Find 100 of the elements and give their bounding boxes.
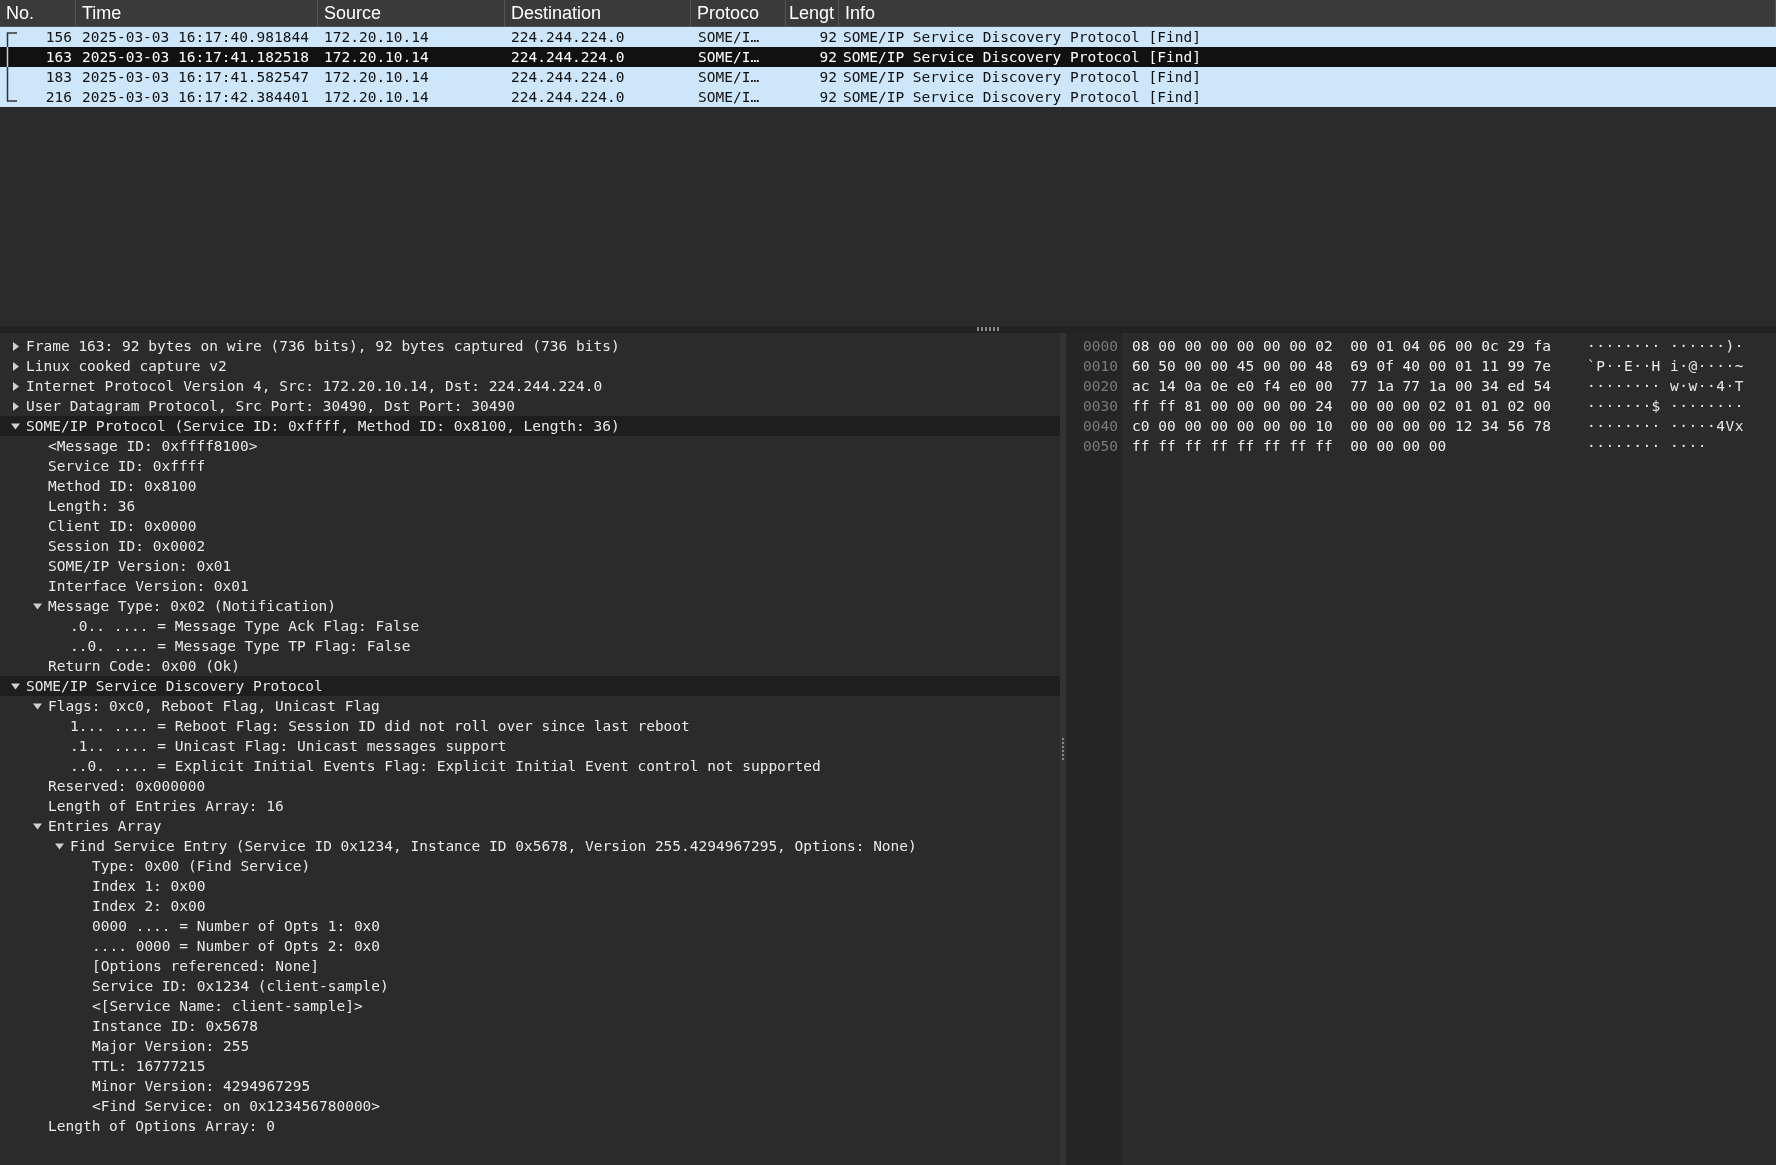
table-cell-text: 156	[45, 28, 72, 47]
column-header[interactable]: Protoco	[691, 0, 786, 26]
tree-item[interactable]: Index 2: 0x00	[92, 898, 206, 914]
table-cell-text: 216	[45, 88, 72, 107]
tree-item[interactable]: Frame 163: 92 bytes on wire (736 bits), 92 bytes captured (736 bits)	[26, 338, 620, 354]
column-header[interactable]: Destination	[505, 0, 691, 26]
tree-item[interactable]: Service ID: 0xffff	[48, 458, 206, 474]
tree-item[interactable]: Index 1: 0x00	[92, 878, 206, 894]
table-cell-text: SOME/IP Service Discovery Protocol [Find]	[842, 48, 1202, 67]
ascii-bytes[interactable]: `P··E··H i·@····~	[1587, 356, 1744, 376]
tree-item[interactable]: <Message ID: 0xffff8100>	[48, 438, 258, 454]
table-cell-text: 224.244.224.0	[510, 48, 626, 67]
tree-item[interactable]: Linux cooked capture v2	[26, 358, 227, 374]
tree-item[interactable]: Flags: 0xc0, Reboot Flag, Unicast Flag	[48, 698, 380, 714]
hex-bytes[interactable]: 08 00 00 00 00 00 00 02 00 01 04 06 00 0c 29 fa	[1132, 336, 1587, 356]
ascii-bytes[interactable]: ·······$ ········	[1587, 396, 1744, 416]
table-cell-text: 172.20.10.14	[323, 68, 430, 87]
hex-bytes[interactable]: ac 14 0a 0e e0 f4 e0 00 77 1a 77 1a 00 34 ed 54	[1132, 376, 1587, 396]
tree-item[interactable]: .1.. .... = Unicast Flag: Unicast messages support	[70, 738, 507, 754]
tree-item[interactable]: Major Version: 255	[92, 1038, 250, 1054]
packet-row[interactable]: 156 2025-03-03 16:17:40.981844 172.20.10.14 224.244.224.0 SOME/I… 92 SOME/IP Service Discovery Protocol [Find]	[0, 27, 1776, 47]
tree-item[interactable]: .0.. .... = Message Type Ack Flag: False	[70, 618, 420, 634]
caret-down-icon[interactable]	[10, 681, 20, 691]
caret-down-icon[interactable]	[54, 841, 64, 851]
offset-label: 0010	[1082, 357, 1119, 376]
offset-label: 0030	[1082, 397, 1119, 416]
tree-item[interactable]: Length: 36	[48, 498, 136, 514]
tree-item[interactable]: 0000 .... = Number of Opts 1: 0x0	[92, 918, 381, 934]
table-cell-text: 2025-03-03 16:17:42.384401	[81, 88, 310, 107]
offset-label: 0000	[1082, 337, 1119, 356]
packet-row[interactable]: 216 2025-03-03 16:17:42.384401 172.20.10.14 224.244.224.0 SOME/I… 92 SOME/IP Service Discovery Protocol [Find]	[0, 87, 1776, 107]
caret-right-icon[interactable]	[10, 401, 20, 411]
column-header[interactable]: Source	[318, 0, 505, 26]
tree-item[interactable]: Return Code: 0x00 (Ok)	[48, 658, 241, 674]
table-cell-text: 183	[45, 68, 72, 87]
offset-label: 0050	[1082, 437, 1119, 456]
tree-item[interactable]: Client ID: 0x0000	[48, 518, 197, 534]
tree-item[interactable]: User Datagram Protocol, Src Port: 30490, Dst Port: 30490	[26, 398, 515, 414]
tree-item[interactable]: Reserved: 0x000000	[48, 778, 206, 794]
ascii-bytes[interactable]: ········ ····	[1587, 436, 1707, 456]
ascii-bytes[interactable]: ········ ·····4Vx	[1587, 416, 1744, 436]
caret-right-icon[interactable]	[10, 361, 20, 371]
column-header[interactable]: Lengt	[786, 0, 839, 26]
tree-item[interactable]: ..0. .... = Explicit Initial Events Flag: Explicit Initial Event control not supported	[70, 758, 821, 774]
table-cell-text: SOME/I…	[697, 48, 761, 67]
caret-down-icon[interactable]	[32, 821, 42, 831]
tree-item[interactable]: .... 0000 = Number of Opts 2: 0x0	[92, 938, 381, 954]
tree-item[interactable]: 1... .... = Reboot Flag: Session ID did not roll over since last reboot	[70, 718, 690, 734]
tree-item[interactable]: Instance ID: 0x5678	[92, 1018, 258, 1034]
caret-right-icon[interactable]	[10, 341, 20, 351]
tree-item[interactable]: Method ID: 0x8100	[48, 478, 197, 494]
tree-item[interactable]: Service ID: 0x1234 (client-sample)	[92, 978, 389, 994]
ascii-bytes[interactable]: ········ w·w··4·T	[1587, 376, 1744, 396]
table-cell-text: 92	[818, 28, 838, 47]
column-header[interactable]: Time	[76, 0, 318, 26]
tree-item[interactable]: <[Service Name: client-sample]>	[92, 998, 363, 1014]
table-cell-text: SOME/I…	[697, 88, 761, 107]
table-cell-text: 92	[818, 88, 838, 107]
table-cell-text: 163	[45, 48, 72, 67]
tree-item[interactable]: TTL: 16777215	[92, 1058, 206, 1074]
tree-item[interactable]: Session ID: 0x0002	[48, 538, 206, 554]
tree-item[interactable]: Minor Version: 4294967295	[92, 1078, 311, 1094]
tree-item[interactable]: Find Service Entry (Service ID 0x1234, Instance ID 0x5678, Version 255.4294967295, Options: None)	[70, 838, 917, 854]
table-cell-text: 172.20.10.14	[323, 48, 430, 67]
caret-down-icon[interactable]	[10, 421, 20, 431]
tree-item[interactable]: <Find Service: on 0x123456780000>	[92, 1098, 381, 1114]
tree-item[interactable]: Type: 0x00 (Find Service)	[92, 858, 311, 874]
hex-bytes[interactable]: 60 50 00 00 45 00 00 48 69 0f 40 00 01 11 99 7e	[1132, 356, 1587, 376]
packet-row[interactable]: 163 2025-03-03 16:17:41.182518 172.20.10.14 224.244.224.0 SOME/I… 92 SOME/IP Service Discovery Protocol [Find]	[0, 47, 1776, 67]
tree-item[interactable]: Entries Array	[48, 818, 162, 834]
table-cell-text: 172.20.10.14	[323, 28, 430, 47]
table-cell-text: SOME/IP Service Discovery Protocol [Find]	[842, 68, 1202, 87]
table-cell-text: 2025-03-03 16:17:41.582547	[81, 68, 310, 87]
grip-icon[interactable]	[977, 327, 999, 331]
table-cell-text: 92	[818, 48, 838, 67]
tree-item[interactable]: Interface Version: 0x01	[48, 578, 249, 594]
table-cell-text: 92	[818, 68, 838, 87]
packet-row[interactable]: 183 2025-03-03 16:17:41.582547 172.20.10.14 224.244.224.0 SOME/I… 92 SOME/IP Service Discovery Protocol [Find]	[0, 67, 1776, 87]
tree-item[interactable]: Internet Protocol Version 4, Src: 172.20.10.14, Dst: 224.244.224.0	[26, 378, 603, 394]
table-cell-text: SOME/I…	[697, 28, 761, 47]
table-cell-text: 2025-03-03 16:17:41.182518	[81, 48, 310, 67]
ascii-bytes[interactable]: ········ ······)·	[1587, 336, 1744, 356]
hex-bytes[interactable]: c0 00 00 00 00 00 00 10 00 00 00 00 12 34 56 78	[1132, 416, 1587, 436]
tree-item[interactable]: Length of Options Array: 0	[48, 1118, 275, 1134]
tree-item[interactable]: Message Type: 0x02 (Notification)	[48, 598, 337, 614]
caret-down-icon[interactable]	[32, 701, 42, 711]
tree-item[interactable]: ..0. .... = Message Type TP Flag: False	[70, 638, 411, 654]
tree-item[interactable]: Length of Entries Array: 16	[48, 798, 284, 814]
column-header[interactable]: No.	[0, 0, 76, 26]
table-cell-text: 224.244.224.0	[510, 28, 626, 47]
caret-right-icon[interactable]	[10, 381, 20, 391]
tree-item[interactable]: [Options referenced: None]	[92, 958, 319, 974]
table-cell-text: 224.244.224.0	[510, 88, 626, 107]
table-cell-text: SOME/IP Service Discovery Protocol [Find]	[842, 28, 1202, 47]
table-cell-text: 2025-03-03 16:17:40.981844	[81, 28, 310, 47]
hex-bytes[interactable]: ff ff 81 00 00 00 00 24 00 00 00 02 01 01 02 00	[1132, 396, 1587, 416]
column-header[interactable]: Info	[839, 0, 1776, 26]
caret-down-icon[interactable]	[32, 601, 42, 611]
hex-bytes[interactable]: ff ff ff ff ff ff ff ff 00 00 00 00	[1132, 436, 1587, 456]
tree-item[interactable]: SOME/IP Version: 0x01	[48, 558, 232, 574]
